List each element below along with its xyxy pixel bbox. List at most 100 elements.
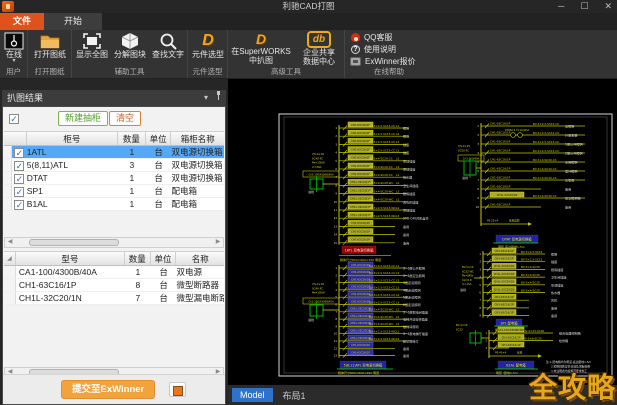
col-cabinet-code[interactable]: 柜号	[27, 132, 118, 145]
svg-text:CH1-63C16/1P: CH1-63C16/1P	[351, 263, 370, 267]
panel-collapse-icon[interactable]: ▾	[204, 90, 208, 106]
svg-text:6: 6	[335, 167, 337, 171]
cad-canvas[interactable]: 1CH1-63C16/1PBV-3×2.5-SC15-CCL1照明2CH1-63…	[228, 79, 617, 385]
schematic-group-1ATL[interactable]: 1CH1-63C16/1PBV-3×2.5-SC15-CCL1照明2CH1-63…	[303, 122, 429, 262]
maximize-button[interactable]: ☐	[580, 0, 588, 13]
col-unit2[interactable]: 单位	[151, 252, 177, 265]
tab-home[interactable]: 开始	[44, 13, 102, 30]
schematic-group-SP1[interactable]: 1CH1-63C16/1PBV-3×2.5-SC15照明2CH1-63C16/1…	[460, 248, 566, 332]
svg-text:航空障碍灯: 航空障碍灯	[403, 339, 418, 344]
exwinner-quote-button[interactable]: ExWinner报价	[350, 57, 416, 66]
tab-layout1[interactable]: 布局1	[275, 387, 314, 404]
table-cell: 1	[118, 172, 146, 184]
svg-text:BV-3×4-SC20-CC: BV-3×4-SC20-CC	[369, 157, 393, 161]
close-button[interactable]: ✕	[604, 0, 612, 13]
svg-text:BV-3×2.5-SC15-CC: BV-3×2.5-SC15-CC	[369, 140, 395, 144]
minimize-button[interactable]: ─	[558, 0, 564, 13]
svg-text:进线: 进线	[308, 317, 314, 322]
panel-pin-icon[interactable]	[215, 90, 222, 106]
svg-text:2层公共照明: 2层公共照明	[565, 151, 582, 156]
table-cell: 1ATL	[27, 146, 118, 158]
svg-text:BV-3×4-SC20-CC: BV-3×4-SC20-CC	[369, 165, 393, 169]
ribbon-group-help: QQ客服 ? 使用说明 ExWinner报价 在线帮助	[345, 30, 433, 78]
component-row[interactable]: CH1-63C16/1P8台微型断路器	[4, 279, 224, 292]
svg-text:BV-3×2.5-SC15-CC: BV-3×2.5-SC15-CC	[533, 131, 559, 135]
enterprise-share-button[interactable]: db 企业共享 数据中心	[296, 31, 342, 66]
svg-text:L3: L3	[396, 140, 400, 144]
sort-icon[interactable]: ◢	[4, 252, 16, 265]
cabinet-row[interactable]: ✓B1AL1台配电箱	[4, 198, 224, 211]
open-drawing-button[interactable]: 打开图纸	[31, 32, 69, 59]
col-model[interactable]: 型号	[16, 252, 125, 265]
cabinet-row[interactable]: ✓DTAT1台双电源切换箱	[4, 172, 224, 185]
svg-text:CH1L-32C20/1N: CH1L-32C20/1N	[494, 264, 515, 268]
svg-text:BV-3×4-SC20-WC: BV-3×4-SC20-WC	[369, 181, 393, 185]
svg-text:备用: 备用	[403, 224, 409, 229]
svg-text:CH1-63C16/1P: CH1-63C16/1P	[351, 277, 370, 281]
row-checkbox[interactable]: ✓	[12, 172, 27, 184]
online-button[interactable]: 在线 ▾	[2, 32, 26, 64]
cabinet-row[interactable]: ✓5(8,11)ATL3台双电源切换箱	[4, 159, 224, 172]
cad-drawing[interactable]: 1CH1-63C16/1PBV-3×2.5-SC15-CCL1照明2CH1-63…	[228, 79, 617, 385]
svg-text:厨房插座: 厨房插座	[403, 191, 415, 196]
svg-text:12: 12	[334, 216, 338, 220]
col-unit[interactable]: 单位	[146, 132, 172, 145]
zoom-extents-button[interactable]: 显示全图	[73, 32, 111, 59]
cabinet-row[interactable]: ✓1ATL1台双电源切换箱	[4, 146, 224, 159]
svg-text:注:1.配电箱均为明装,底边距地1.5m: 注:1.配电箱均为明装,底边距地1.5m	[546, 360, 592, 364]
component-row[interactable]: CH1L-32C20/1N7台微型漏电断路器	[4, 292, 224, 305]
explode-block-button[interactable]: 分解图块	[111, 32, 149, 59]
select-all-checkbox[interactable]: ✓	[9, 114, 19, 124]
row-checkbox[interactable]: ✓	[12, 159, 27, 171]
svg-text:BV-3×2.5-SC15-WC: BV-3×2.5-SC15-WC	[369, 206, 396, 210]
svg-text:CH1L-32C20/1N: CH1L-32C20/1N	[350, 314, 371, 318]
svg-text:CH1L-32C20/1N: CH1L-32C20/1N	[350, 321, 371, 325]
table-cell: 1	[118, 146, 146, 158]
open-drawing-label: 打开图纸	[34, 50, 66, 59]
submit-exwinner-button[interactable]: 提交至ExWinner	[61, 380, 155, 399]
table-cell: 双电源切换箱	[171, 159, 224, 171]
svg-text:CH1-63C16/1P: CH1-63C16/1P	[495, 310, 514, 314]
svg-text:10: 10	[334, 200, 338, 204]
svg-text:L1: L1	[396, 198, 400, 202]
row-checkbox[interactable]: ✓	[12, 146, 27, 158]
col-cabinet-name[interactable]: 箱柜名称	[171, 132, 224, 145]
clear-button[interactable]: 清空	[109, 111, 141, 126]
svg-text:1: 1	[335, 126, 337, 130]
result-panel-header[interactable]: 扒图结果 ▾	[2, 90, 226, 106]
excel-export-icon[interactable]	[169, 382, 186, 397]
svg-text:L1: L1	[396, 264, 400, 268]
svg-text:Pe=12KW: Pe=12KW	[312, 291, 325, 295]
superworks-button[interactable]: D 在SuperWORKS 中扒图	[230, 31, 292, 65]
schematic-group-5(8,11)ATL[interactable]: 1CH1-63C16/1PBV-3×2.5-SC15-CCL13~6层公共照明2…	[303, 262, 428, 375]
manual-button[interactable]: ? 使用说明	[351, 45, 396, 54]
row-checkbox[interactable]: ✓	[12, 185, 27, 197]
scroll-left-icon[interactable]: ◀	[5, 238, 15, 247]
col-qty2[interactable]: 数量	[125, 252, 151, 265]
tab-model[interactable]: Model	[232, 388, 273, 402]
svg-text:卫生间插座: 卫生间插座	[403, 183, 418, 188]
cube-icon	[120, 32, 140, 50]
schematic-group-DTAT[interactable]: 1CH1-63C16/1PBV-3×2.5-SC15-CC总照明2CH1-63C…	[458, 122, 585, 250]
tab-file[interactable]: 文件	[0, 13, 44, 30]
ribbon-group-user: 在线 ▾ 用户	[0, 30, 28, 78]
component-table-header: ◢ 型号 数量 单位 名称	[4, 251, 224, 266]
cabinet-row[interactable]: ✓SP11台配电箱	[4, 185, 224, 198]
row-checkbox[interactable]: ✓	[12, 198, 27, 210]
col-name2[interactable]: 名称	[176, 252, 224, 265]
qq-service-button[interactable]: QQ客服	[351, 33, 392, 42]
svg-text:CH1-63C16/1P: CH1-63C16/1P	[351, 238, 370, 242]
new-cabinet-button[interactable]: 新建抽柜	[58, 111, 108, 126]
svg-text:L1: L1	[396, 286, 400, 290]
watermark: 全攻略	[529, 366, 616, 405]
col-qty[interactable]: 数量	[118, 132, 146, 145]
svg-text:L2: L2	[396, 271, 400, 275]
component-select-button[interactable]: D 元件选型	[190, 32, 226, 59]
find-text-button[interactable]: 查找文字	[149, 32, 187, 59]
svg-text:CH1L-32C20/1N: CH1L-32C20/1N	[350, 213, 371, 217]
svg-text:照明: 照明	[551, 253, 557, 257]
cabinet-table-hscrollbar[interactable]: ◀ ▶	[4, 237, 224, 248]
scroll-right-icon[interactable]: ▶	[213, 238, 223, 247]
svg-text:CH1-63C16/1P: CH1-63C16/1P	[490, 176, 511, 180]
component-row[interactable]: CA1-100/4300B/40A1台双电源	[4, 266, 224, 279]
